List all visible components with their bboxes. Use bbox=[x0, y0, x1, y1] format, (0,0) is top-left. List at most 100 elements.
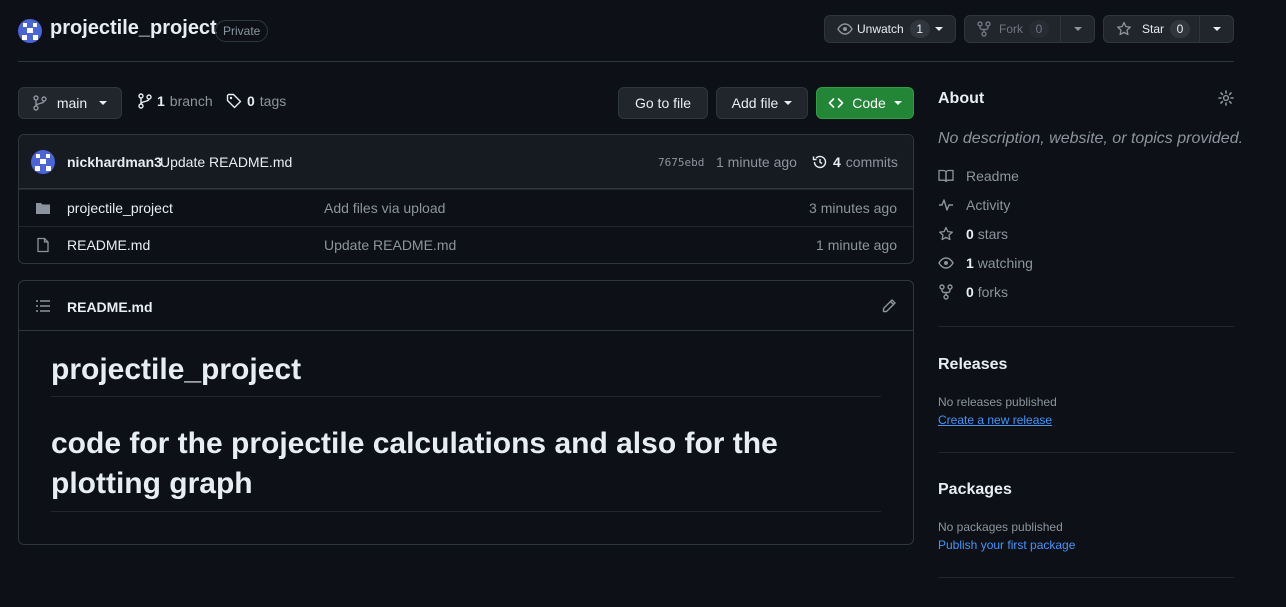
star-label: Star bbox=[1142, 22, 1165, 36]
code-icon bbox=[828, 95, 844, 111]
unwatch-label: Unwatch bbox=[857, 22, 904, 36]
file-commit-message[interactable]: Add files via upload bbox=[324, 200, 445, 216]
file-name-link[interactable]: README.md bbox=[67, 237, 150, 253]
file-browser: nickhardman3 Update README.md 7675ebd 1 … bbox=[18, 134, 914, 264]
file-commit-message[interactable]: Update README.md bbox=[324, 237, 456, 253]
publish-package-link[interactable]: Publish your first package bbox=[938, 538, 1075, 552]
visibility-badge: Private bbox=[215, 20, 269, 42]
fork-button[interactable]: Fork 0 bbox=[965, 16, 1060, 42]
about-title: About bbox=[938, 90, 985, 107]
commit-author[interactable]: nickhardman3 bbox=[67, 154, 162, 170]
forks-label: forks bbox=[977, 284, 1009, 300]
packages-empty-text: No packages published bbox=[938, 520, 1063, 534]
sidebar-divider bbox=[938, 326, 1234, 327]
watch-options-dropdown[interactable] bbox=[923, 16, 955, 42]
go-to-file-label: Go to file bbox=[634, 95, 692, 111]
fork-icon bbox=[938, 284, 954, 300]
star-button-group: Star 0 bbox=[1103, 15, 1234, 43]
releases-title[interactable]: Releases bbox=[938, 356, 1007, 374]
chevron-down-icon bbox=[1073, 27, 1082, 31]
tag-icon bbox=[226, 93, 242, 109]
owner-avatar[interactable] bbox=[18, 19, 42, 43]
forks-count: 0 bbox=[966, 284, 974, 300]
fork-label: Fork bbox=[999, 22, 1023, 36]
activity-link[interactable]: Activity bbox=[938, 197, 1010, 213]
outline-list-icon[interactable] bbox=[35, 298, 51, 314]
chevron-down-icon bbox=[1212, 27, 1221, 31]
gear-icon[interactable] bbox=[1218, 90, 1234, 106]
star-button[interactable]: Star 0 bbox=[1104, 16, 1199, 42]
stars-link[interactable]: 0 stars bbox=[938, 226, 1008, 242]
chevron-down-icon bbox=[935, 27, 943, 31]
commit-sha[interactable]: 7675ebd bbox=[658, 156, 704, 169]
create-release-link[interactable]: Create a new release bbox=[938, 413, 1052, 427]
watchers-link[interactable]: 1 watching bbox=[938, 255, 1033, 271]
git-branch-icon bbox=[33, 95, 47, 111]
file-icon bbox=[35, 237, 51, 253]
file-row[interactable]: projectile_project Add files via upload … bbox=[19, 189, 913, 226]
sidebar-divider bbox=[938, 577, 1234, 578]
watching-count: 1 bbox=[966, 255, 974, 271]
readme-heading-2: code for the projectile calculations and… bbox=[51, 424, 881, 512]
branch-selector-button[interactable]: main bbox=[18, 87, 122, 119]
repo-header: projectile_project Private Unwatch 1 For… bbox=[0, 0, 1286, 62]
fork-button-group: Fork 0 bbox=[964, 15, 1095, 43]
go-to-file-button[interactable]: Go to file bbox=[618, 87, 708, 119]
watching-label: watching bbox=[977, 255, 1033, 271]
add-file-button[interactable]: Add file bbox=[716, 87, 808, 119]
code-label: Code bbox=[852, 95, 886, 111]
star-lists-dropdown[interactable] bbox=[1199, 16, 1233, 42]
header-divider bbox=[18, 61, 1234, 62]
commit-message[interactable]: Update README.md bbox=[160, 154, 292, 170]
stars-label: stars bbox=[977, 226, 1009, 242]
book-icon bbox=[938, 168, 954, 184]
file-age: 3 minutes ago bbox=[809, 200, 897, 216]
tag-count: 0 bbox=[247, 93, 255, 109]
current-branch-label: main bbox=[56, 95, 88, 111]
pencil-icon[interactable] bbox=[881, 298, 897, 314]
branch-count: 1 bbox=[157, 93, 165, 109]
unwatch-button-group: Unwatch 1 bbox=[824, 15, 956, 43]
fork-counter: 0 bbox=[1029, 20, 1049, 38]
folder-icon bbox=[35, 200, 51, 216]
activity-label: Activity bbox=[966, 197, 1011, 213]
tag-label: tags bbox=[259, 93, 287, 109]
eye-icon bbox=[837, 21, 853, 37]
tags-link[interactable]: 0 tags bbox=[226, 93, 286, 109]
readme-link[interactable]: Readme bbox=[938, 168, 1019, 184]
chevron-down-icon bbox=[784, 101, 793, 105]
readme-label: Readme bbox=[966, 168, 1019, 184]
packages-title[interactable]: Packages bbox=[938, 481, 1012, 499]
file-age: 1 minute ago bbox=[816, 237, 897, 253]
chevron-down-icon bbox=[893, 101, 902, 105]
latest-commit-bar: nickhardman3 Update README.md 7675ebd 1 … bbox=[19, 135, 913, 189]
readme-header: README.md bbox=[19, 281, 913, 331]
star-icon bbox=[938, 226, 954, 242]
file-row[interactable]: README.md Update README.md 1 minute ago bbox=[19, 226, 913, 263]
about-description: No description, website, or topics provi… bbox=[938, 130, 1244, 147]
file-name-link[interactable]: projectile_project bbox=[67, 200, 173, 216]
sidebar-divider bbox=[938, 452, 1234, 453]
repo-name-link[interactable]: projectile_project bbox=[50, 17, 217, 40]
star-counter: 0 bbox=[1170, 20, 1191, 38]
commits-label: commits bbox=[845, 154, 898, 170]
commits-link[interactable]: 4 commits bbox=[812, 154, 898, 170]
forks-link[interactable]: 0 forks bbox=[938, 284, 1008, 300]
commit-count: 4 bbox=[833, 154, 841, 170]
eye-icon bbox=[938, 255, 954, 271]
branches-link[interactable]: 1 branch bbox=[138, 93, 213, 109]
releases-empty-text: No releases published bbox=[938, 395, 1057, 409]
branch-label: branch bbox=[169, 93, 213, 109]
readme-heading-1: projectile_project bbox=[51, 351, 881, 397]
star-icon bbox=[1116, 21, 1132, 37]
commit-author-avatar[interactable] bbox=[31, 150, 55, 174]
git-branch-icon bbox=[138, 93, 152, 109]
unwatch-button[interactable]: Unwatch 1 bbox=[825, 16, 930, 42]
chevron-down-icon bbox=[99, 101, 108, 105]
readme-filename[interactable]: README.md bbox=[67, 299, 153, 315]
code-button[interactable]: Code bbox=[816, 87, 914, 119]
fork-options-dropdown[interactable] bbox=[1060, 16, 1094, 42]
history-icon bbox=[812, 154, 828, 170]
pulse-icon bbox=[938, 197, 954, 213]
fork-icon bbox=[977, 21, 991, 37]
